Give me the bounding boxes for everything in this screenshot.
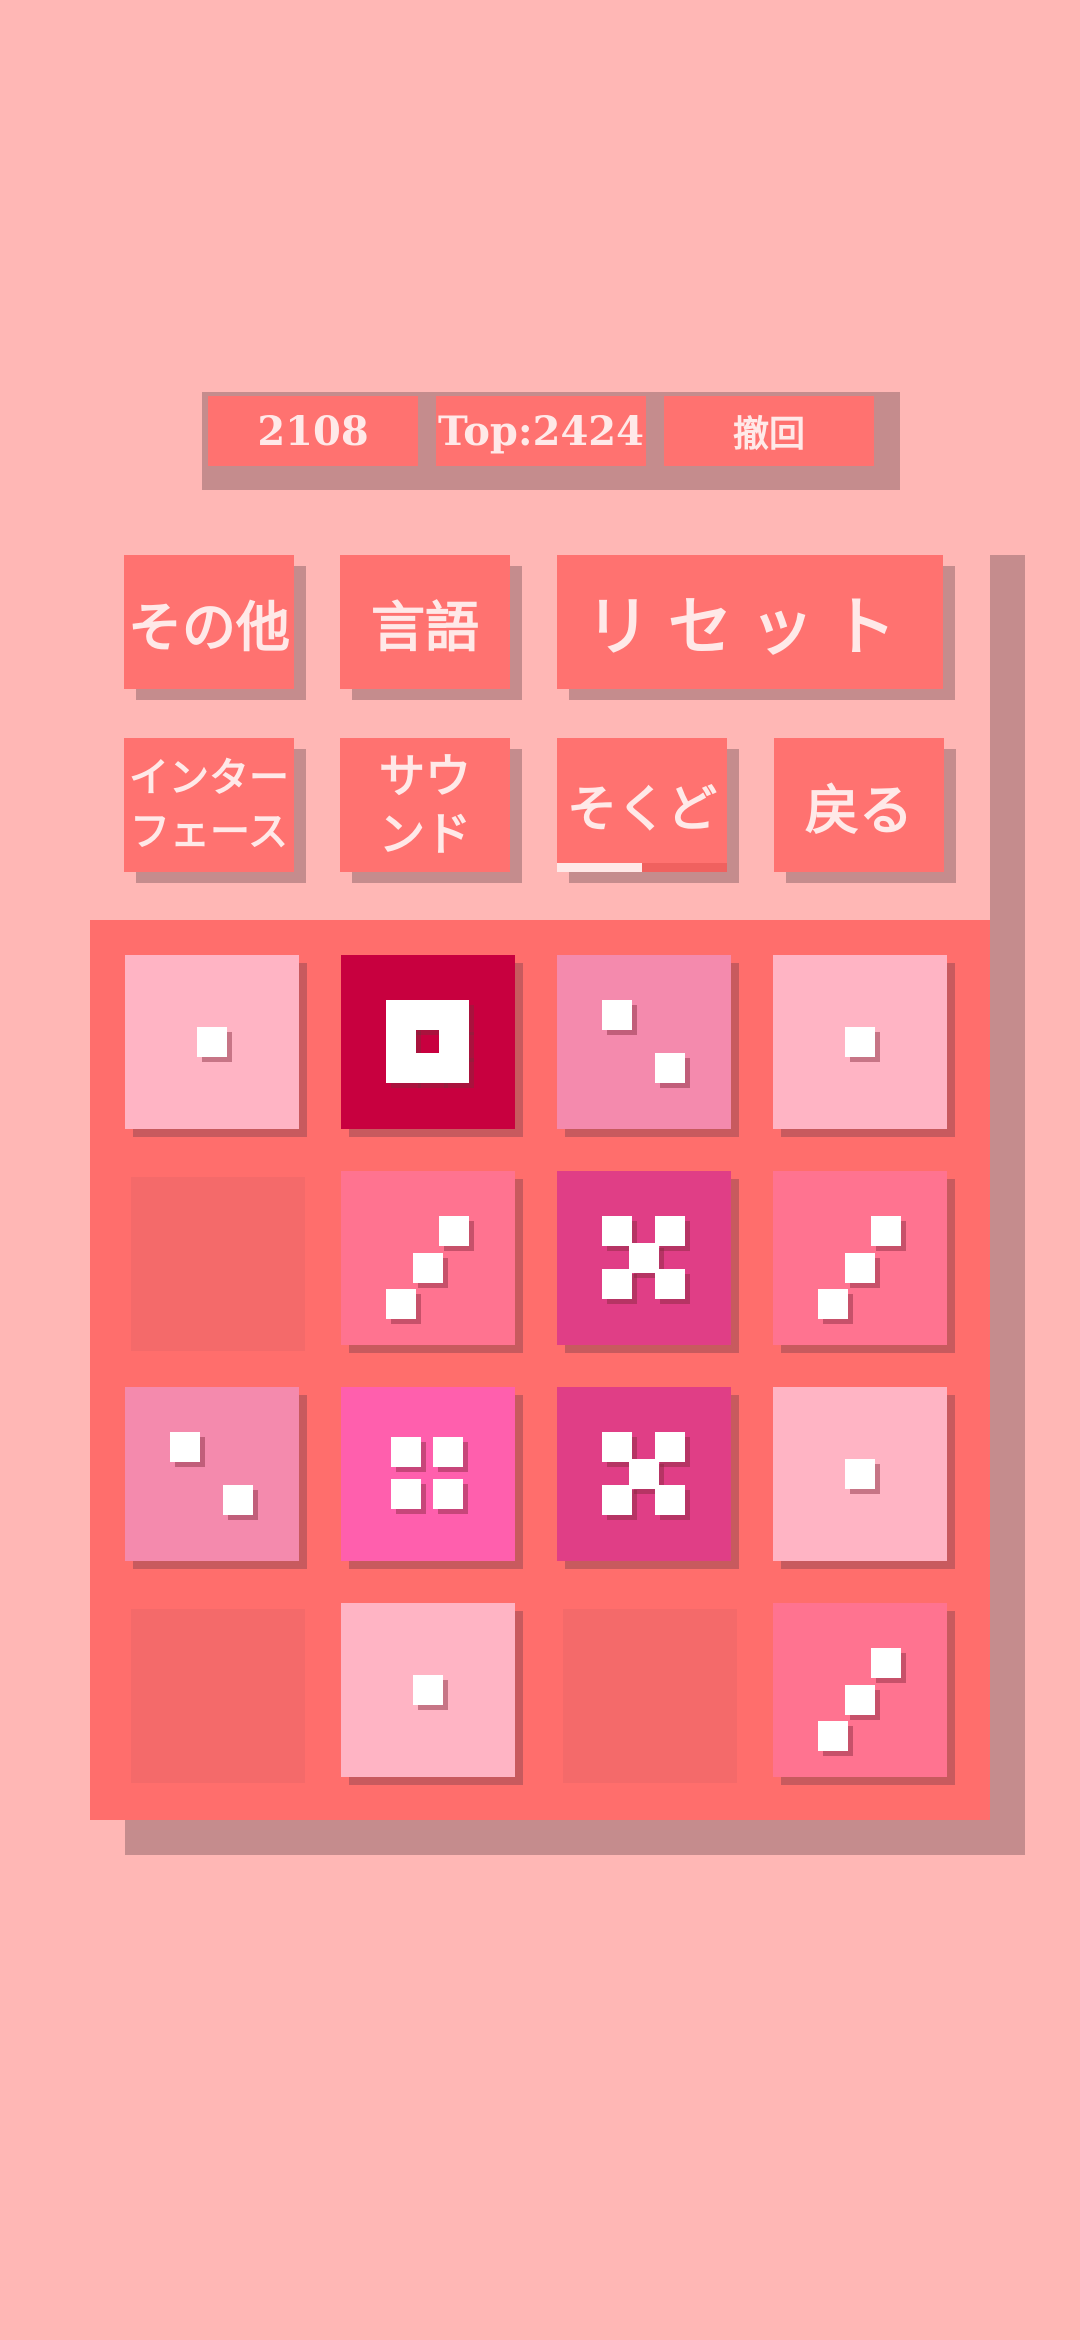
back-button[interactable]: 戻る — [774, 738, 944, 872]
pip — [655, 1432, 685, 1462]
score-display: 2108 — [208, 396, 418, 466]
pip — [602, 1432, 632, 1462]
pip — [386, 1053, 416, 1083]
sound-button[interactable]: サウ ンド — [340, 738, 510, 872]
pip — [655, 1053, 685, 1083]
other-button-label: その他 — [128, 595, 290, 659]
pip — [439, 1053, 469, 1083]
pip — [871, 1216, 901, 1246]
undo-button-label: 撤回 — [732, 414, 805, 455]
speed-button[interactable]: そくど — [557, 738, 727, 872]
pip — [386, 1289, 416, 1319]
tile-1-pips — [773, 955, 947, 1129]
interface-button-label-1: インター — [129, 755, 289, 801]
pip — [439, 1000, 469, 1030]
pip — [433, 1437, 463, 1467]
speed-level-track — [557, 863, 727, 872]
pip — [433, 1479, 463, 1509]
tile-5-pips — [557, 1171, 731, 1345]
pip — [391, 1479, 421, 1509]
pip — [413, 1253, 443, 1283]
sound-button-label-1: サウ — [379, 749, 471, 803]
empty-cell — [131, 1609, 305, 1783]
pip — [655, 1216, 685, 1246]
tile-3-pips — [773, 1171, 947, 1345]
pip — [845, 1253, 875, 1283]
pip — [197, 1027, 227, 1057]
interface-button-label-2: フェース — [130, 809, 288, 855]
undo-button[interactable]: 撤回 — [664, 396, 874, 466]
tile-4-pips — [341, 1387, 515, 1561]
tile-1-pips — [125, 955, 299, 1129]
top-score-value: Top:2424 — [438, 407, 644, 455]
tile-3-pips — [773, 1603, 947, 1777]
tile-1-pips — [341, 1603, 515, 1777]
pip — [223, 1485, 253, 1515]
tile-8-pips — [341, 955, 515, 1129]
pip — [818, 1721, 848, 1751]
pip — [439, 1216, 469, 1246]
pip — [602, 1216, 632, 1246]
pip — [845, 1685, 875, 1715]
top-score-display: Top:2424 — [436, 396, 646, 466]
pip — [655, 1485, 685, 1515]
pip — [602, 1485, 632, 1515]
speed-level-fill — [557, 863, 642, 872]
tile-1-pips — [773, 1387, 947, 1561]
score-value: 2108 — [257, 407, 369, 455]
pip — [845, 1459, 875, 1489]
pip — [845, 1027, 875, 1057]
empty-cell — [563, 1609, 737, 1783]
tile-3-pips — [341, 1171, 515, 1345]
pip — [818, 1289, 848, 1319]
pip — [413, 1675, 443, 1705]
empty-cell — [131, 1177, 305, 1351]
sound-button-label-2: ンド — [379, 807, 471, 861]
pip — [871, 1648, 901, 1678]
tile-2-pips — [557, 955, 731, 1129]
pip — [170, 1432, 200, 1462]
reset-button-label: リセット — [586, 591, 914, 665]
reset-button[interactable]: リセット — [557, 555, 943, 689]
tile-2-pips — [125, 1387, 299, 1561]
pip — [391, 1437, 421, 1467]
language-button-label: 言語 — [371, 595, 479, 659]
tile-5-pips — [557, 1387, 731, 1561]
game-board — [90, 920, 990, 1820]
pip — [602, 1269, 632, 1299]
interface-button[interactable]: インター フェース — [124, 738, 294, 872]
back-button-label: 戻る — [805, 778, 913, 842]
language-button[interactable]: 言語 — [340, 555, 510, 689]
speed-button-label: そくど — [567, 780, 717, 838]
panel-shadow-right — [990, 555, 1025, 1855]
panel-shadow-bottom — [125, 1820, 1025, 1855]
pip — [602, 1000, 632, 1030]
pip — [386, 1000, 416, 1030]
other-button[interactable]: その他 — [124, 555, 294, 689]
pip — [655, 1269, 685, 1299]
